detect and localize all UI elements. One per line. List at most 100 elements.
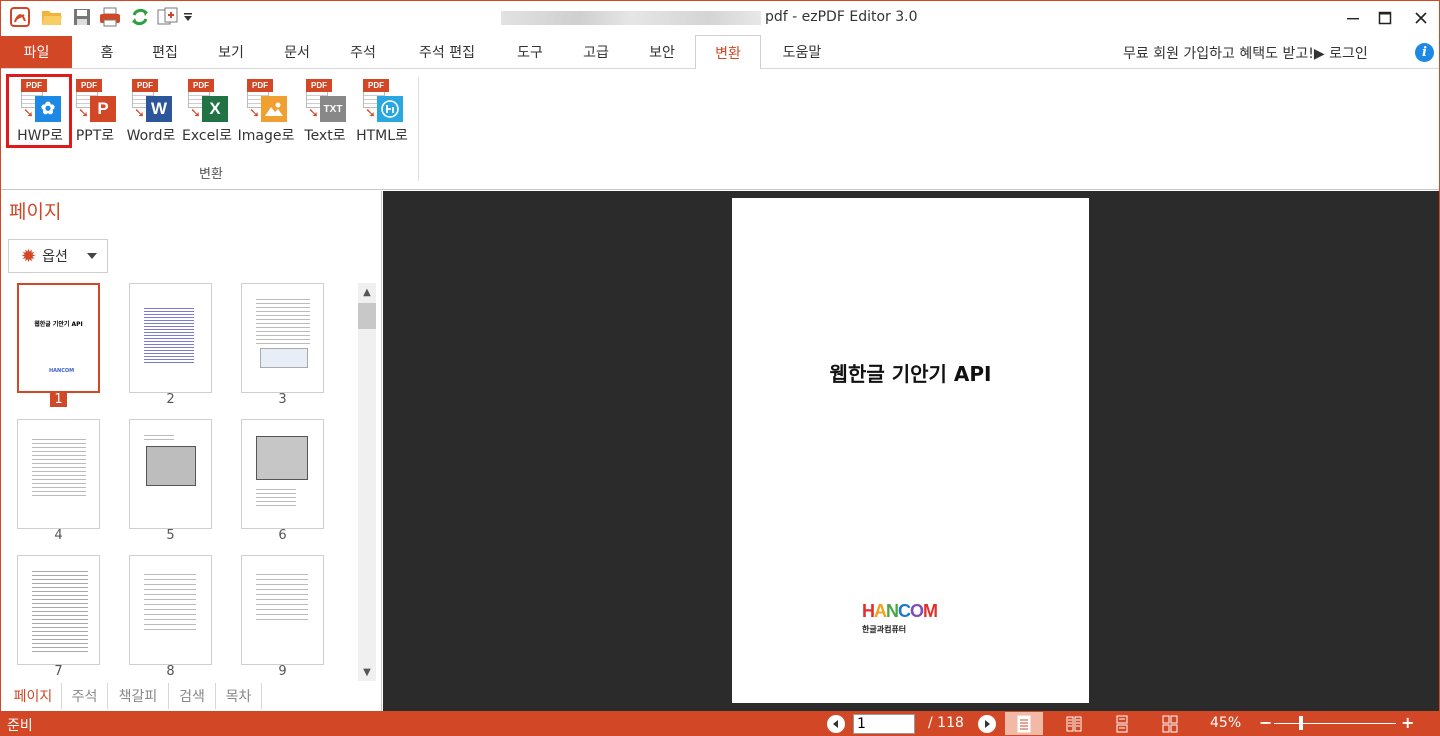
page-thumbnail-2[interactable] bbox=[129, 283, 212, 393]
panel-tab-search[interactable]: 검색 bbox=[169, 683, 216, 709]
convert-to-hwp-button[interactable]: PDF ➘ ✿ HWP로 bbox=[12, 73, 68, 147]
panel-tab-bookmarks[interactable]: 책갈피 bbox=[108, 683, 169, 709]
scroll-down-icon[interactable]: ▼ bbox=[358, 663, 376, 681]
title-filename-redacted bbox=[501, 11, 761, 25]
convert-to-excel-button[interactable]: PDF ➘ X Excel로 bbox=[179, 73, 235, 147]
page-thumbnail-6[interactable] bbox=[241, 419, 324, 529]
save-icon[interactable] bbox=[71, 6, 93, 28]
zoom-out-icon[interactable]: − bbox=[1259, 713, 1272, 732]
page-insert-icon[interactable] bbox=[157, 6, 179, 28]
close-button[interactable] bbox=[1409, 7, 1433, 29]
total-pages: / 118 bbox=[928, 715, 964, 731]
zoom-slider[interactable] bbox=[1274, 723, 1396, 724]
tab-help[interactable]: 도움말 bbox=[771, 35, 833, 69]
document-viewer[interactable]: 웹한글 기안기 API HANCOM 한글과컴퓨터 bbox=[383, 191, 1439, 711]
page-number-6: 6 bbox=[278, 528, 287, 543]
zoom-in-icon[interactable]: + bbox=[1401, 713, 1414, 732]
page-number-5: 5 bbox=[166, 528, 175, 543]
gear-icon: ✹ bbox=[21, 245, 37, 267]
page-thumbnail-8[interactable] bbox=[129, 555, 212, 665]
two-page-view-button[interactable] bbox=[1055, 712, 1093, 735]
single-page-view-button[interactable] bbox=[1005, 712, 1043, 735]
hancom-logo: HANCOM bbox=[862, 601, 938, 621]
convert-to-word-button[interactable]: PDF ➘ W Word로 bbox=[123, 73, 179, 147]
prev-page-button[interactable] bbox=[827, 715, 845, 733]
document-page[interactable]: 웹한글 기안기 API HANCOM 한글과컴퓨터 bbox=[732, 198, 1089, 703]
quick-access-dropdown-icon[interactable] bbox=[181, 6, 195, 28]
panel-title: 페이지 bbox=[9, 201, 62, 223]
options-dropdown-button[interactable]: ✹ 옵션 bbox=[8, 239, 108, 273]
ppt-convert-icon: PDF ➘ P bbox=[72, 77, 118, 123]
zoom-slider-handle[interactable] bbox=[1299, 716, 1303, 730]
maximize-button[interactable] bbox=[1373, 7, 1397, 29]
open-folder-icon[interactable] bbox=[41, 6, 63, 28]
pages-panel: 페이지 ✹ 옵션 웹한글 기안기 API HANCOM 1 2 3 4 5 6 … bbox=[1, 191, 382, 711]
refresh-icon[interactable] bbox=[129, 6, 151, 28]
page-number-7: 7 bbox=[54, 664, 63, 679]
ribbon-convert: PDF ➘ ✿ HWP로 PDF ➘ P PPT로 PDF ➘ W Word로 PDF… bbox=[1, 69, 1439, 190]
status-text: 준비 bbox=[7, 718, 33, 734]
tab-convert[interactable]: 변환 bbox=[695, 35, 761, 70]
page-thumbnail-3[interactable] bbox=[241, 283, 324, 393]
page-number-3: 3 bbox=[278, 392, 287, 407]
ribbon-group-label: 변환 bbox=[199, 167, 223, 182]
page-thumbnail-1[interactable]: 웹한글 기안기 API HANCOM bbox=[17, 283, 100, 393]
document-title: 웹한글 기안기 API bbox=[829, 362, 992, 386]
print-icon[interactable] bbox=[99, 6, 121, 28]
panel-tab-annotations[interactable]: 주석 bbox=[62, 683, 108, 709]
page-thumbnail-5[interactable] bbox=[129, 419, 212, 529]
page-number-9: 9 bbox=[278, 664, 287, 679]
menu-bar: 파일 홈 편집 보기 문서 주석 주석 편집 도구 고급 보안 변환 도움말 무… bbox=[1, 35, 1439, 70]
word-convert-icon: PDF ➘ W bbox=[128, 77, 174, 123]
panel-tab-toc[interactable]: 목차 bbox=[216, 683, 262, 709]
image-convert-icon: PDF ➘ bbox=[243, 77, 289, 123]
title-bar: pdf - ezPDF Editor 3.0 bbox=[1, 1, 1439, 35]
status-bar: 준비 / 118 45% − + bbox=[1, 711, 1439, 736]
page-thumbnail-9[interactable] bbox=[241, 555, 324, 665]
panel-tab-pages[interactable]: 페이지 bbox=[5, 683, 62, 709]
excel-convert-icon: PDF ➘ X bbox=[184, 77, 230, 123]
convert-to-image-button[interactable]: PDF ➘ Image로 bbox=[238, 73, 294, 147]
text-convert-icon: PDF ➘ TXT bbox=[302, 77, 348, 123]
tab-advanced[interactable]: 고급 bbox=[572, 35, 620, 69]
continuous-view-button[interactable] bbox=[1103, 712, 1141, 735]
html-convert-icon: PDF ➘ bbox=[359, 77, 405, 123]
tab-tools[interactable]: 도구 bbox=[506, 35, 554, 69]
page-thumbnail-4[interactable] bbox=[17, 419, 100, 529]
tab-annotation-edit[interactable]: 주석 편집 bbox=[405, 35, 489, 69]
two-page-continuous-view-button[interactable] bbox=[1151, 712, 1189, 735]
tab-security[interactable]: 보안 bbox=[638, 35, 686, 69]
minimize-button[interactable] bbox=[1341, 7, 1365, 29]
signup-promo-link[interactable]: 무료 회원 가입하고 혜택도 받고!▶ 로그인 bbox=[1123, 43, 1368, 63]
page-number-2: 2 bbox=[166, 392, 175, 407]
page-number-1: 1 bbox=[17, 392, 100, 407]
tab-edit[interactable]: 편집 bbox=[141, 35, 189, 69]
tab-home[interactable]: 홈 bbox=[84, 35, 130, 69]
panel-tabs: 페이지 주석 책갈피 검색 목차 bbox=[1, 683, 381, 711]
tab-document[interactable]: 문서 bbox=[273, 35, 321, 69]
app-logo-icon[interactable] bbox=[9, 6, 31, 28]
convert-to-text-button[interactable]: PDF ➘ TXT Text로 bbox=[297, 73, 353, 147]
tab-file[interactable]: 파일 bbox=[1, 36, 72, 68]
info-icon[interactable]: i bbox=[1415, 43, 1434, 62]
chevron-down-icon bbox=[87, 253, 97, 259]
thumbnail-scrollbar[interactable] bbox=[358, 283, 376, 681]
convert-to-ppt-button[interactable]: PDF ➘ P PPT로 bbox=[67, 73, 123, 147]
page-thumbnail-7[interactable] bbox=[17, 555, 100, 665]
page-number-4: 4 bbox=[54, 528, 63, 543]
hancom-logo-subtitle: 한글과컴퓨터 bbox=[862, 625, 907, 634]
tab-annotation[interactable]: 주석 bbox=[339, 35, 387, 69]
convert-to-html-button[interactable]: PDF ➘ HTML로 bbox=[354, 73, 410, 147]
page-number-input[interactable] bbox=[853, 714, 915, 734]
ribbon-group-separator bbox=[418, 77, 419, 181]
options-label: 옵션 bbox=[42, 249, 68, 265]
next-page-button[interactable] bbox=[978, 715, 996, 733]
window-title: pdf - ezPDF Editor 3.0 bbox=[765, 9, 918, 25]
app-window: pdf - ezPDF Editor 3.0 파일 홈 편집 보기 문서 주석 … bbox=[0, 0, 1440, 736]
hwp-convert-icon: PDF ➘ ✿ bbox=[17, 77, 63, 123]
scrollbar-thumb[interactable] bbox=[358, 303, 376, 329]
page-number-8: 8 bbox=[166, 664, 175, 679]
zoom-level: 45% bbox=[1210, 715, 1242, 731]
tab-view[interactable]: 보기 bbox=[207, 35, 255, 69]
scroll-up-icon[interactable]: ▲ bbox=[358, 283, 376, 301]
